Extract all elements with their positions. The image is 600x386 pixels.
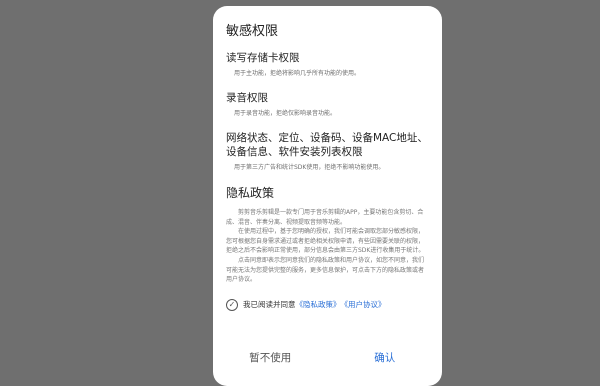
consent-checkbox[interactable]: ✓ xyxy=(226,298,238,311)
cancel-button[interactable]: 暂不使用 xyxy=(213,351,328,375)
permission-dialog: 敏感权限 读写存储卡权限 用于主功能，拒绝将影响几乎所有功能的使用。 录音权限 … xyxy=(213,6,442,386)
consent-row: ✓ 我已阅读并同意 《隐私政策》 《用户协议》 xyxy=(226,297,429,313)
consent-text: 我已阅读并同意 xyxy=(243,300,296,310)
confirm-button[interactable]: 确认 xyxy=(328,351,443,375)
permission-title-audio: 录音权限 xyxy=(226,92,268,104)
permission-desc-network: 用于第三方广告和统计SDK使用，拒绝不影响功能使用。 xyxy=(234,164,385,171)
privacy-paragraph-1: 剪剪音乐剪辑是一款专门用于音乐剪辑的APP，主要功能包含剪切、合成、混音、伴奏分… xyxy=(226,209,424,226)
permission-desc-audio: 用于录音功能，拒绝仅影响录音功能。 xyxy=(234,110,337,117)
privacy-title: 隐私政策 xyxy=(226,186,275,200)
dialog-actions: 暂不使用 确认 xyxy=(213,351,442,375)
permission-desc-storage: 用于主功能，拒绝将影响几乎所有功能的使用。 xyxy=(234,70,361,77)
user-agreement-link[interactable]: 《用户协议》 xyxy=(341,299,386,310)
permission-title-network: 网络状态、定位、设备码、设备MAC地址、设备信息、软件安装列表权限 xyxy=(226,132,428,158)
dialog-title: 敏感权限 xyxy=(226,24,279,39)
privacy-paragraph-3: 点击同意即表示您同意我们的隐私政策和用户协议，如您不同意，我们可能无法为您提供完… xyxy=(226,256,425,284)
permission-title-storage: 读写存储卡权限 xyxy=(226,52,300,64)
privacy-policy-link[interactable]: 《隐私政策》 xyxy=(296,299,341,310)
privacy-paragraph-2: 在使用过程中，基于您明确的授权，我们可能会调取您部分敏感权限，您可根据您自身需求… xyxy=(226,228,425,255)
